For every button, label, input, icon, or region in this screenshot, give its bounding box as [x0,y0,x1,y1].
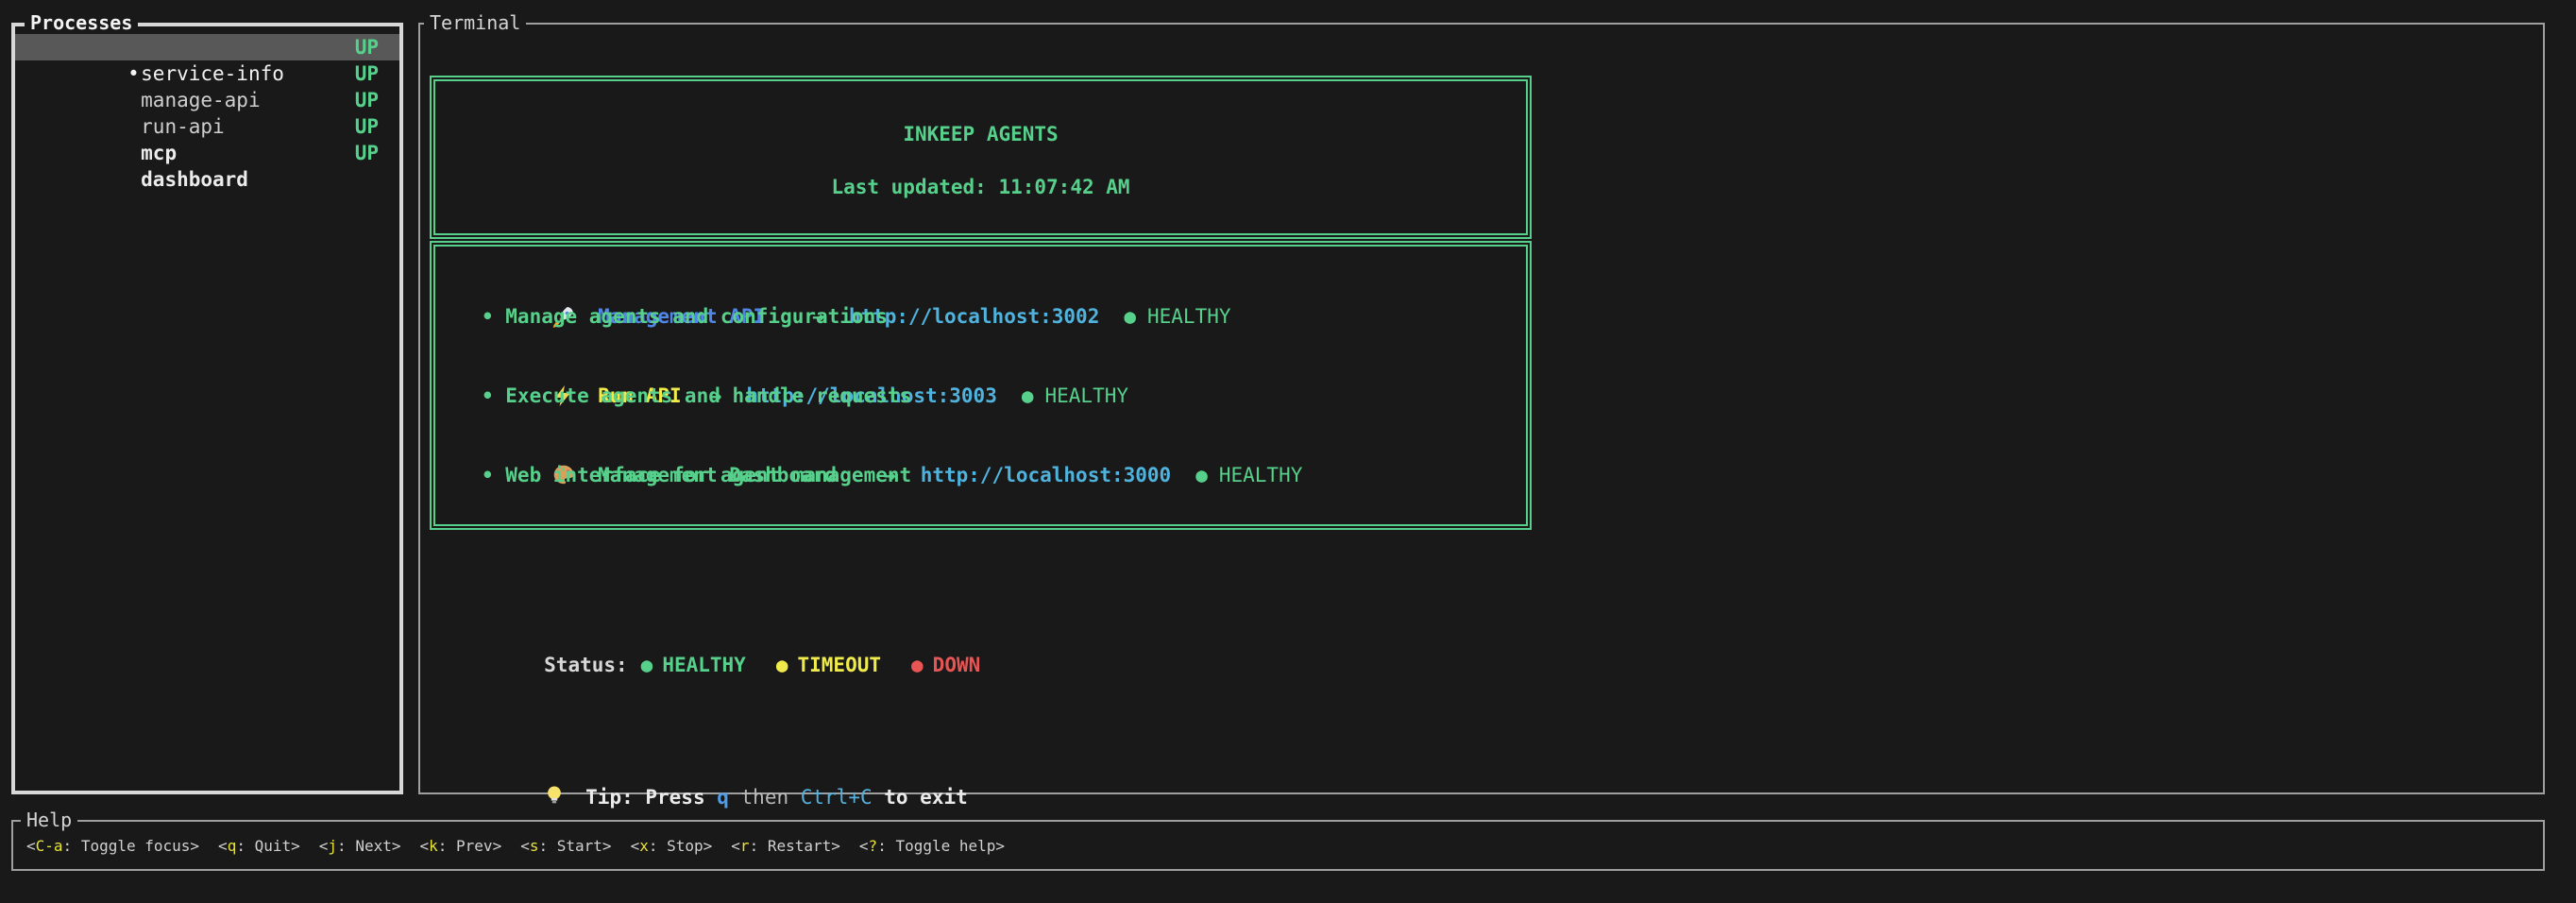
service-health-status: HEALTHY [1219,464,1303,486]
shortcut-toggle-focus[interactable]: <C-a: Toggle focus> [26,837,199,855]
shortcut-prev[interactable]: <k: Prev> [419,837,501,855]
process-status-badge: UP [355,60,379,87]
shortcut-restart[interactable]: <r: Restart> [731,837,840,855]
process-list: •service-info UP manage-api UP run-api U… [15,34,399,166]
healthy-dot-icon: ● [641,654,653,676]
tip-pre: Tip: Press [585,786,717,809]
terminal-panel: Terminal INKEEP AGENTS Last updated: 11:… [418,23,2545,794]
down-dot-icon: ● [911,654,924,676]
banner-last-updated: Last updated: 11:07:42 AM [435,174,1526,200]
service-line-management-api: Management API→http://localhost:3002●HEA… [456,277,1526,303]
process-status-badge: UP [355,87,379,113]
services-box: Management API→http://localhost:3002●HEA… [430,241,1532,530]
blank-line [456,409,1526,435]
process-status-badge: UP [355,34,379,60]
shortcut-toggle-help[interactable]: <?: Toggle help> [859,837,1005,855]
process-row-manage-api[interactable]: manage-api UP [15,60,399,87]
help-shortcuts-line: <C-a: Toggle focus> <q: Quit> <j: Next> … [26,822,2535,869]
service-line-management-dashboard: Management Dashboard→http://localhost:30… [456,435,1526,462]
tip-post: to exit [873,786,968,809]
healthy-dot-icon: ● [1124,305,1136,328]
terminal-panel-title: Terminal [424,10,526,35]
tip-ctrl-c: Ctrl+C [801,786,873,809]
process-row-service-info[interactable]: •service-info UP [15,34,399,60]
processes-panel: Processes •service-info UP manage-api UP… [11,23,403,794]
service-health-status: HEALTHY [1045,384,1129,407]
healthy-dot-icon: ● [1195,464,1208,486]
status-label: Status: [544,654,628,676]
processes-panel-title: Processes [25,10,138,35]
bulb-icon [544,784,585,810]
help-panel: Help <C-a: Toggle focus> <q: Quit> <j: N… [11,820,2545,871]
legend-healthy: HEALTHY [662,654,746,676]
blank-line [456,330,1526,356]
banner-box: INKEEP AGENTS Last updated: 11:07:42 AM [430,76,1532,239]
timeout-dot-icon: ● [776,654,788,676]
tip-key-q: q [717,786,729,809]
process-row-mcp[interactable]: mcp UP [15,113,399,140]
shortcut-next[interactable]: <j: Next> [319,837,401,855]
process-row-run-api[interactable]: run-api UP [15,87,399,113]
process-row-dashboard[interactable]: dashboard UP [15,140,399,166]
process-status-badge: UP [355,140,379,166]
tip-mid: then [729,786,801,809]
status-legend-line: Status: ● HEALTHY ● TIMEOUT ● DOWN [449,625,980,705]
banner-title: INKEEP AGENTS [435,121,1526,147]
service-url[interactable]: http://localhost:3000 [921,464,1172,486]
service-health-status: HEALTHY [1147,305,1231,328]
legend-timeout: TIMEOUT [798,654,882,676]
shortcut-quit[interactable]: <q: Quit> [218,837,300,855]
process-status-badge: UP [355,113,379,140]
shortcut-stop[interactable]: <x: Stop> [631,837,713,855]
service-line-run-api: Run API→http://localhost:3003●HEALTHY [456,356,1526,383]
shortcut-start[interactable]: <s: Start> [520,837,611,855]
process-name: dashboard [141,168,248,191]
healthy-dot-icon: ● [1022,384,1034,407]
app-root: Processes •service-info UP manage-api UP… [0,0,2576,903]
legend-down: DOWN [933,654,981,676]
